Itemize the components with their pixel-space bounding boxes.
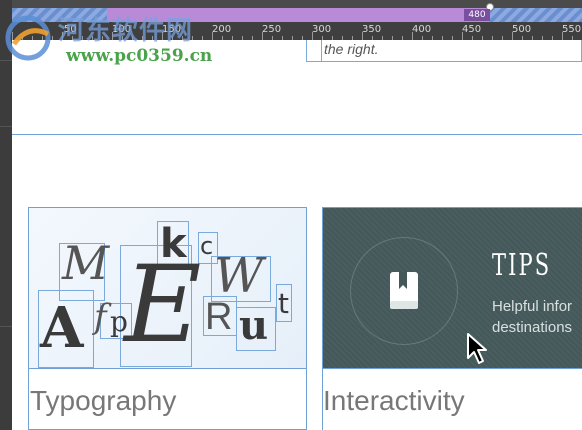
tips-body-line: destinations — [492, 319, 573, 336]
breakpoint-badge: 480 — [464, 9, 490, 21]
ruler-label: 450 — [462, 24, 482, 35]
collage-letter: W — [214, 248, 264, 304]
ruler-tick — [302, 36, 303, 40]
collage-letter: A — [40, 295, 84, 361]
ruler-tick — [282, 36, 283, 40]
ruler-tick — [362, 32, 363, 40]
typography-title: Typography — [30, 385, 177, 416]
section-divider — [12, 134, 582, 135]
collage-letter: t — [278, 287, 289, 320]
text-block-gutter — [306, 40, 322, 62]
interactivity-title: Interactivity — [323, 385, 465, 416]
ruler-label: 250 — [262, 24, 282, 35]
ruler-tick — [462, 32, 463, 40]
collage-letter: R — [205, 296, 233, 338]
ruler-tick — [242, 36, 243, 40]
ruler-tick — [512, 32, 513, 40]
ruler-tick — [252, 36, 253, 40]
tips-title: TIPS — [492, 248, 552, 283]
watermark-logo-icon — [5, 15, 51, 61]
ruler-label: 500 — [512, 24, 532, 35]
ruler-tick — [232, 36, 233, 40]
book-icon — [390, 272, 418, 309]
left-panel-strip — [0, 0, 12, 430]
collage-letter: M — [62, 236, 110, 290]
watermark-url: www.pc0359.cn — [66, 46, 213, 66]
ruler-tick — [412, 32, 413, 40]
watermark-title: 河东软件网 — [58, 16, 194, 46]
tips-body-line: Helpful infor — [492, 298, 573, 315]
ruler-tick — [272, 36, 273, 40]
ruler-label: 550 — [562, 24, 582, 35]
collage-letter: f — [94, 297, 107, 337]
ruler-tick — [562, 32, 563, 40]
collage-letter: u — [239, 302, 269, 349]
top-text: the right. — [324, 41, 379, 57]
card-divider — [29, 368, 306, 369]
ruler-tick — [212, 32, 213, 40]
card-divider — [323, 368, 582, 369]
ruler-label: 200 — [212, 24, 232, 35]
collage-letter: p — [110, 305, 128, 338]
mouse-cursor-icon — [467, 333, 487, 364]
ruler-tick — [202, 36, 203, 40]
ruler-tick — [262, 32, 263, 40]
ruler-label: 350 — [362, 24, 382, 35]
collage-letter: E — [124, 243, 202, 366]
ruler-tick — [292, 36, 293, 40]
collage-letter: c — [200, 232, 214, 260]
ruler-label: 400 — [412, 24, 432, 35]
tips-body: Helpful infor destinations — [492, 296, 572, 338]
ruler-tick — [312, 32, 313, 40]
ruler-tick — [222, 36, 223, 40]
ruler-label: 300 — [312, 24, 332, 35]
